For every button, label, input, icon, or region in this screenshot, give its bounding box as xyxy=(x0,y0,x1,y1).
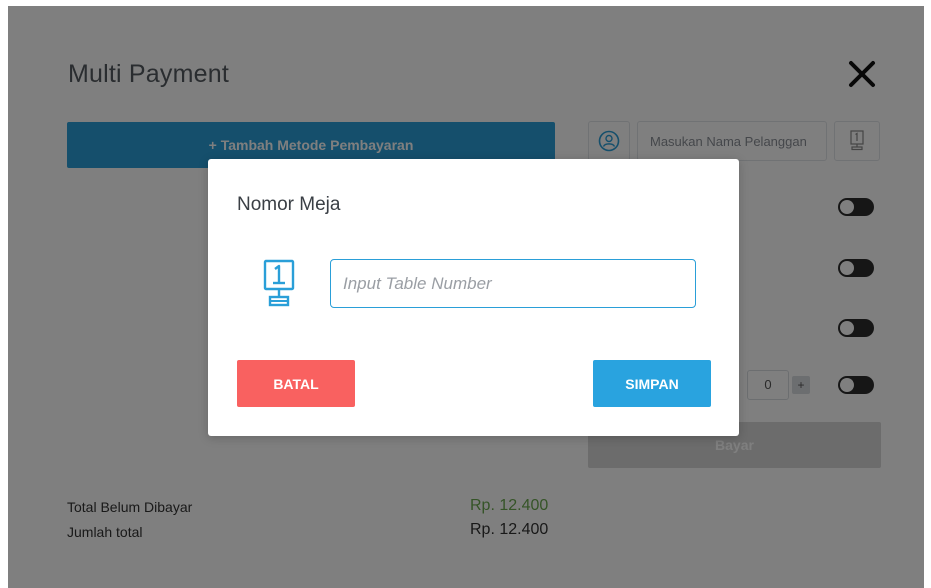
save-button[interactable]: SIMPAN xyxy=(593,360,711,407)
table-number-input[interactable] xyxy=(330,259,696,308)
table-number-icon xyxy=(263,259,295,307)
dialog-title: Nomor Meja xyxy=(237,194,341,215)
cancel-button[interactable]: BATAL xyxy=(237,360,355,407)
table-number-dialog: Nomor Meja BATAL SIMPAN xyxy=(208,159,739,436)
